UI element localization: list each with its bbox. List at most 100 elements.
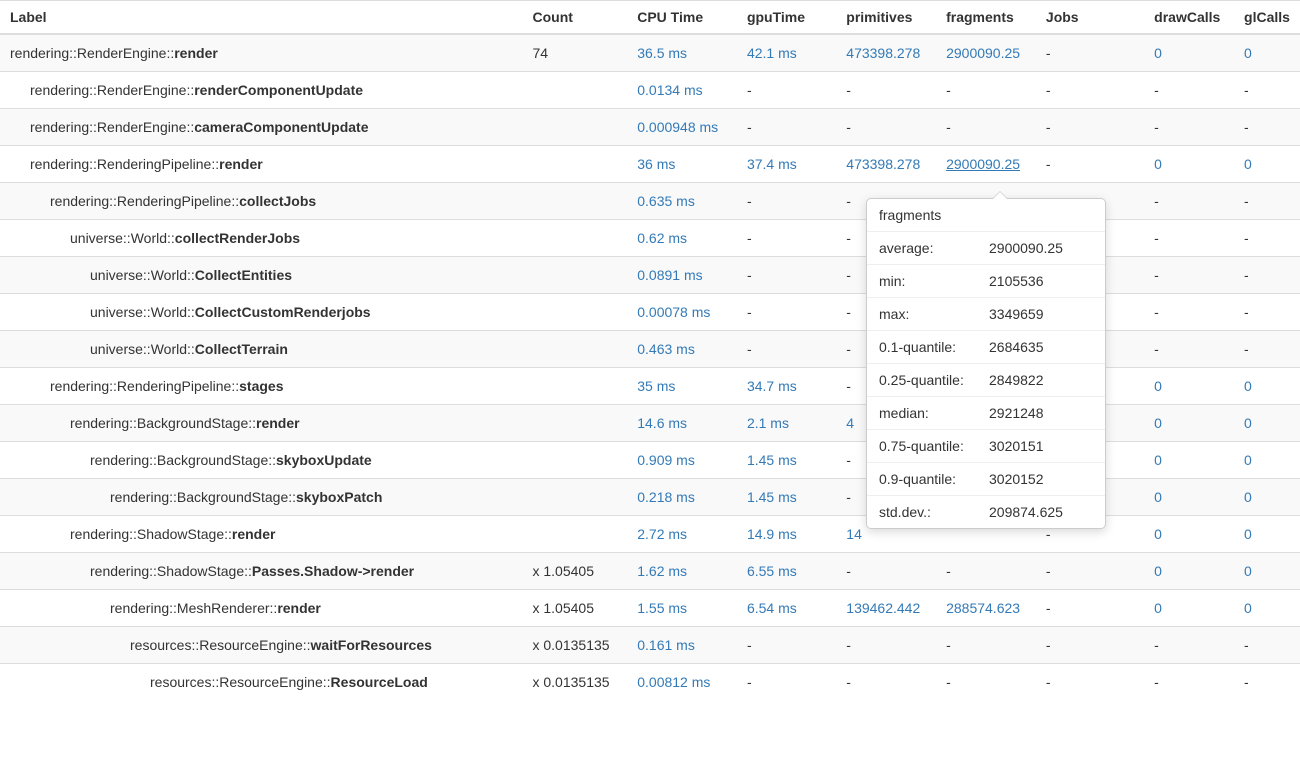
label-method: render	[219, 156, 263, 172]
row-label[interactable]: rendering::BackgroundStage::skyboxPatch	[0, 479, 522, 516]
row-label[interactable]: universe::World::CollectCustomRenderjobs	[0, 294, 522, 331]
header-jobs[interactable]: Jobs	[1036, 1, 1144, 35]
label-namespace: rendering::RenderingPipeline::	[30, 156, 219, 172]
cell-cpu[interactable]: 0.635 ms	[627, 183, 737, 220]
cell-cpu[interactable]: 0.0891 ms	[627, 257, 737, 294]
cell-gl[interactable]: 0	[1234, 34, 1300, 72]
cell-cpu[interactable]: 0.62 ms	[627, 220, 737, 257]
cell-gpu[interactable]: 2.1 ms	[737, 405, 836, 442]
cell-frag[interactable]: 2900090.25	[936, 146, 1036, 183]
tooltip-stat-value: 3349659	[989, 306, 1044, 322]
header-primitives[interactable]: primitives	[836, 1, 936, 35]
cell-gpu[interactable]: 37.4 ms	[737, 146, 836, 183]
cell-cpu[interactable]: 0.000948 ms	[627, 109, 737, 146]
cell-draw[interactable]: 0	[1144, 146, 1234, 183]
row-label[interactable]: rendering::RenderingPipeline::collectJob…	[0, 183, 522, 220]
cell-gl[interactable]: 0	[1234, 590, 1300, 627]
header-gpu-time[interactable]: gpuTime	[737, 1, 836, 35]
header-label[interactable]: Label	[0, 1, 522, 35]
cell-gl: -	[1234, 627, 1300, 664]
cell-draw: -	[1144, 183, 1234, 220]
cell-draw[interactable]: 0	[1144, 553, 1234, 590]
row-label[interactable]: rendering::RenderingPipeline::stages	[0, 368, 522, 405]
table-row: rendering::RenderEngine::cameraComponent…	[0, 109, 1300, 146]
label-namespace: universe::World::	[90, 267, 195, 283]
label-method: waitForResources	[311, 637, 432, 653]
row-label[interactable]: rendering::BackgroundStage::render	[0, 405, 522, 442]
header-cpu-time[interactable]: CPU Time	[627, 1, 737, 35]
cell-cpu[interactable]: 0.00812 ms	[627, 664, 737, 701]
cell-cpu[interactable]: 0.218 ms	[627, 479, 737, 516]
row-label[interactable]: rendering::RenderEngine::render	[0, 34, 522, 72]
header-gl-calls[interactable]: glCalls	[1234, 1, 1300, 35]
row-label[interactable]: universe::World::collectRenderJobs	[0, 220, 522, 257]
cell-cpu[interactable]: 0.463 ms	[627, 331, 737, 368]
cell-gl: -	[1234, 257, 1300, 294]
label-method: collectJobs	[239, 193, 316, 209]
cell-cpu[interactable]: 14.6 ms	[627, 405, 737, 442]
cell-gpu[interactable]: 34.7 ms	[737, 368, 836, 405]
cell-count: x 1.05405	[522, 553, 627, 590]
cell-cpu[interactable]: 1.55 ms	[627, 590, 737, 627]
cell-jobs: -	[1036, 146, 1144, 183]
cell-count: x 0.0135135	[522, 627, 627, 664]
row-label[interactable]: rendering::RenderEngine::cameraComponent…	[0, 109, 522, 146]
cell-cpu[interactable]: 1.62 ms	[627, 553, 737, 590]
cell-frag: -	[936, 553, 1036, 590]
row-label[interactable]: resources::ResourceEngine::waitForResour…	[0, 627, 522, 664]
cell-prim[interactable]: 473398.278	[836, 146, 936, 183]
header-fragments[interactable]: fragments	[936, 1, 1036, 35]
cell-prim[interactable]: 473398.278	[836, 34, 936, 72]
cell-gl[interactable]: 0	[1234, 442, 1300, 479]
cell-draw[interactable]: 0	[1144, 368, 1234, 405]
tooltip-stat-value: 2105536	[989, 273, 1044, 289]
cell-cpu[interactable]: 36.5 ms	[627, 34, 737, 72]
cell-frag[interactable]: 288574.623	[936, 590, 1036, 627]
row-label[interactable]: rendering::RenderingPipeline::render	[0, 146, 522, 183]
tooltip-stat-label: 0.75-quantile:	[879, 438, 989, 454]
row-label[interactable]: universe::World::CollectEntities	[0, 257, 522, 294]
cell-draw[interactable]: 0	[1144, 405, 1234, 442]
cell-cpu[interactable]: 0.909 ms	[627, 442, 737, 479]
cell-gl[interactable]: 0	[1234, 516, 1300, 553]
cell-draw: -	[1144, 627, 1234, 664]
header-draw-calls[interactable]: drawCalls	[1144, 1, 1234, 35]
cell-gpu[interactable]: 42.1 ms	[737, 34, 836, 72]
cell-cpu[interactable]: 2.72 ms	[627, 516, 737, 553]
cell-draw[interactable]: 0	[1144, 442, 1234, 479]
cell-count	[522, 331, 627, 368]
cell-gpu: -	[737, 664, 836, 701]
cell-draw[interactable]: 0	[1144, 479, 1234, 516]
row-label[interactable]: rendering::BackgroundStage::skyboxUpdate	[0, 442, 522, 479]
cell-cpu[interactable]: 35 ms	[627, 368, 737, 405]
row-label[interactable]: rendering::MeshRenderer::render	[0, 590, 522, 627]
cell-gl[interactable]: 0	[1234, 553, 1300, 590]
cell-gl[interactable]: 0	[1234, 479, 1300, 516]
cell-cpu[interactable]: 0.0134 ms	[627, 72, 737, 109]
cell-gl[interactable]: 0	[1234, 368, 1300, 405]
header-count[interactable]: Count	[522, 1, 627, 35]
row-label[interactable]: resources::ResourceEngine::ResourceLoad	[0, 664, 522, 701]
cell-draw[interactable]: 0	[1144, 34, 1234, 72]
cell-cpu[interactable]: 0.00078 ms	[627, 294, 737, 331]
cell-frag[interactable]: 2900090.25	[936, 34, 1036, 72]
row-label[interactable]: universe::World::CollectTerrain	[0, 331, 522, 368]
cell-gpu[interactable]: 14.9 ms	[737, 516, 836, 553]
row-label[interactable]: rendering::RenderEngine::renderComponent…	[0, 72, 522, 109]
cell-gpu[interactable]: 1.45 ms	[737, 442, 836, 479]
cell-draw[interactable]: 0	[1144, 516, 1234, 553]
cell-gpu[interactable]: 6.55 ms	[737, 553, 836, 590]
cell-cpu[interactable]: 0.161 ms	[627, 627, 737, 664]
cell-gl[interactable]: 0	[1234, 405, 1300, 442]
label-namespace: rendering::MeshRenderer::	[110, 600, 277, 616]
cell-gl[interactable]: 0	[1234, 146, 1300, 183]
row-label[interactable]: rendering::ShadowStage::render	[0, 516, 522, 553]
cell-prim: -	[836, 664, 936, 701]
cell-prim[interactable]: 139462.442	[836, 590, 936, 627]
cell-draw[interactable]: 0	[1144, 590, 1234, 627]
cell-gpu[interactable]: 6.54 ms	[737, 590, 836, 627]
cell-gpu[interactable]: 1.45 ms	[737, 479, 836, 516]
row-label[interactable]: rendering::ShadowStage::Passes.Shadow->r…	[0, 553, 522, 590]
label-namespace: rendering::RenderEngine::	[10, 45, 174, 61]
cell-cpu[interactable]: 36 ms	[627, 146, 737, 183]
